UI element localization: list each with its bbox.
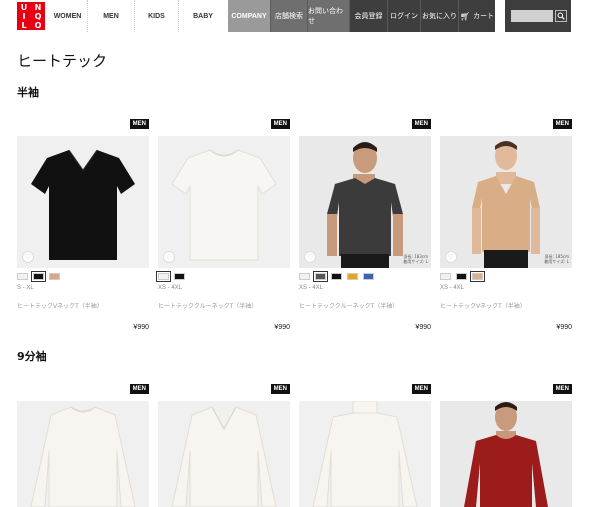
color-swatch[interactable] — [440, 273, 451, 280]
cart-icon: 🛒︎ — [459, 11, 471, 21]
logo-letter: O — [34, 20, 42, 30]
color-swatch[interactable] — [313, 271, 328, 282]
nav-men[interactable]: MEN — [88, 0, 135, 32]
color-swatch[interactable] — [331, 273, 342, 280]
color-swatch[interactable] — [17, 273, 28, 280]
nav-kids[interactable]: KIDS — [135, 0, 179, 32]
model-red-shirt-image — [464, 402, 548, 507]
search-area — [505, 0, 571, 32]
product-image[interactable] — [299, 401, 431, 507]
model-grey-shirt-image — [327, 142, 403, 268]
men-badge: MEN — [270, 384, 290, 394]
color-swatch[interactable] — [31, 271, 46, 282]
section-title-short-sleeve: 半袖 — [17, 86, 39, 99]
color-swatches — [17, 271, 60, 282]
men-badge: MEN — [411, 384, 431, 394]
search-button[interactable] — [555, 10, 567, 22]
men-badge: MEN — [411, 119, 431, 129]
size-range: XS - 4XL — [158, 285, 183, 291]
product-card[interactable]: MEN — [17, 384, 149, 507]
model-beige-shirt-image — [472, 141, 540, 268]
product-price: ¥990 — [556, 324, 572, 331]
product-price: ¥990 — [415, 324, 431, 331]
color-swatch[interactable] — [174, 273, 185, 280]
color-swatch[interactable] — [363, 273, 374, 280]
favorite-icon[interactable]: ♡ — [22, 251, 34, 263]
product-card[interactable]: MEN — [158, 384, 290, 507]
size-range: S - XL — [17, 285, 34, 291]
white-crew-shirt-image — [171, 149, 277, 261]
product-image[interactable]: ♡ 身長: 185cm 着用サイズ: L — [440, 136, 572, 268]
product-image[interactable] — [158, 401, 290, 507]
product-image[interactable] — [440, 401, 572, 507]
size-range: XS - 4XL — [299, 285, 324, 291]
cart-link[interactable]: 🛒︎ カート — [458, 0, 495, 32]
product-card[interactable]: MEN — [299, 384, 431, 507]
uniqlo-logo[interactable]: U N I Q L O — [17, 2, 45, 30]
nav-baby[interactable]: BABY — [179, 0, 227, 32]
product-card[interactable]: MEN — [440, 384, 572, 507]
product-image[interactable]: ♡ — [17, 136, 149, 268]
nav-women[interactable]: WOMEN — [48, 0, 88, 32]
men-badge: MEN — [552, 384, 572, 394]
product-name[interactable]: ヒートテックVネックT（半袖） — [440, 301, 526, 310]
color-swatch[interactable] — [156, 271, 171, 282]
black-vneck-shirt-image — [31, 149, 135, 260]
favorite-icon[interactable]: ♡ — [445, 251, 457, 263]
favorite-icon[interactable]: ♡ — [304, 251, 316, 263]
product-card[interactable]: MEN ♡ 身長: 185cm 着用サイズ: L XS - 4XL ヒートテックV… — [440, 119, 572, 339]
color-swatch[interactable] — [49, 273, 60, 280]
logo-letter: N — [34, 2, 42, 12]
size-range: XS - 4XL — [440, 285, 465, 291]
store-search-link[interactable]: 店舗検索 — [270, 0, 307, 32]
logo-letter: U — [20, 2, 28, 12]
search-icon — [557, 12, 565, 20]
login-link[interactable]: ログイン — [387, 0, 420, 32]
favorite-icon[interactable]: ♡ — [163, 251, 175, 263]
color-swatch[interactable] — [347, 273, 358, 280]
color-swatches — [156, 271, 185, 282]
model-size-note: 身長: 185cm 着用サイズ: L — [544, 254, 569, 264]
section-title-long-sleeve: 9分袖 — [17, 350, 47, 363]
product-image[interactable] — [17, 401, 149, 507]
contact-link[interactable]: お問い合わせ — [307, 0, 349, 32]
product-price: ¥990 — [274, 324, 290, 331]
color-swatches — [440, 271, 485, 282]
product-name[interactable]: ヒートテッククルーネックT（半袖） — [299, 301, 398, 310]
color-swatch[interactable] — [470, 271, 485, 282]
product-card[interactable]: MEN ♡ XS - 4XL ヒートテッククルーネックT（半袖） ¥990 — [156, 119, 290, 339]
product-name[interactable]: ヒートテックVネックT（半袖） — [17, 301, 103, 310]
product-price: ¥990 — [133, 324, 149, 331]
register-link[interactable]: 会員登録 — [349, 0, 387, 32]
nav-company[interactable]: COMPANY — [228, 0, 270, 32]
white-turtleneck-shirt-image — [312, 401, 418, 507]
men-badge: MEN — [270, 119, 290, 129]
color-swatch[interactable] — [456, 273, 467, 280]
site-header: U N I Q L O WOMEN MEN KIDS BABY COMPANY … — [0, 0, 590, 32]
model-size-note: 身長: 183cm 着用サイズ: L — [403, 254, 428, 264]
men-badge: MEN — [552, 119, 572, 129]
product-image[interactable]: ♡ 身長: 183cm 着用サイズ: L — [299, 136, 431, 268]
men-badge: MEN — [129, 384, 149, 394]
page-title: ヒートテック — [17, 52, 108, 70]
cart-label: カート — [473, 13, 495, 20]
color-swatches — [299, 271, 374, 282]
white-long-crew-shirt-image — [30, 406, 136, 507]
men-badge: MEN — [129, 119, 149, 129]
logo-letter: I — [22, 11, 26, 21]
search-input[interactable] — [511, 10, 553, 22]
favorites-link[interactable]: お気に入り — [420, 0, 458, 32]
product-image[interactable]: ♡ — [158, 136, 290, 268]
color-swatch[interactable] — [299, 273, 310, 280]
main-nav: WOMEN MEN KIDS BABY — [48, 0, 227, 32]
product-card[interactable]: MEN ♡ 身長: 183cm 着用サイズ: L XS - 4XL ヒートテックク… — [299, 119, 431, 339]
white-long-vneck-shirt-image — [171, 406, 277, 507]
logo-letter: Q — [34, 11, 42, 21]
logo-letter: L — [21, 20, 27, 30]
product-name[interactable]: ヒートテッククルーネックT（半袖） — [158, 301, 257, 310]
product-card[interactable]: MEN ♡ S - XL ヒートテックVネックT（半袖） ¥990 — [17, 119, 149, 339]
